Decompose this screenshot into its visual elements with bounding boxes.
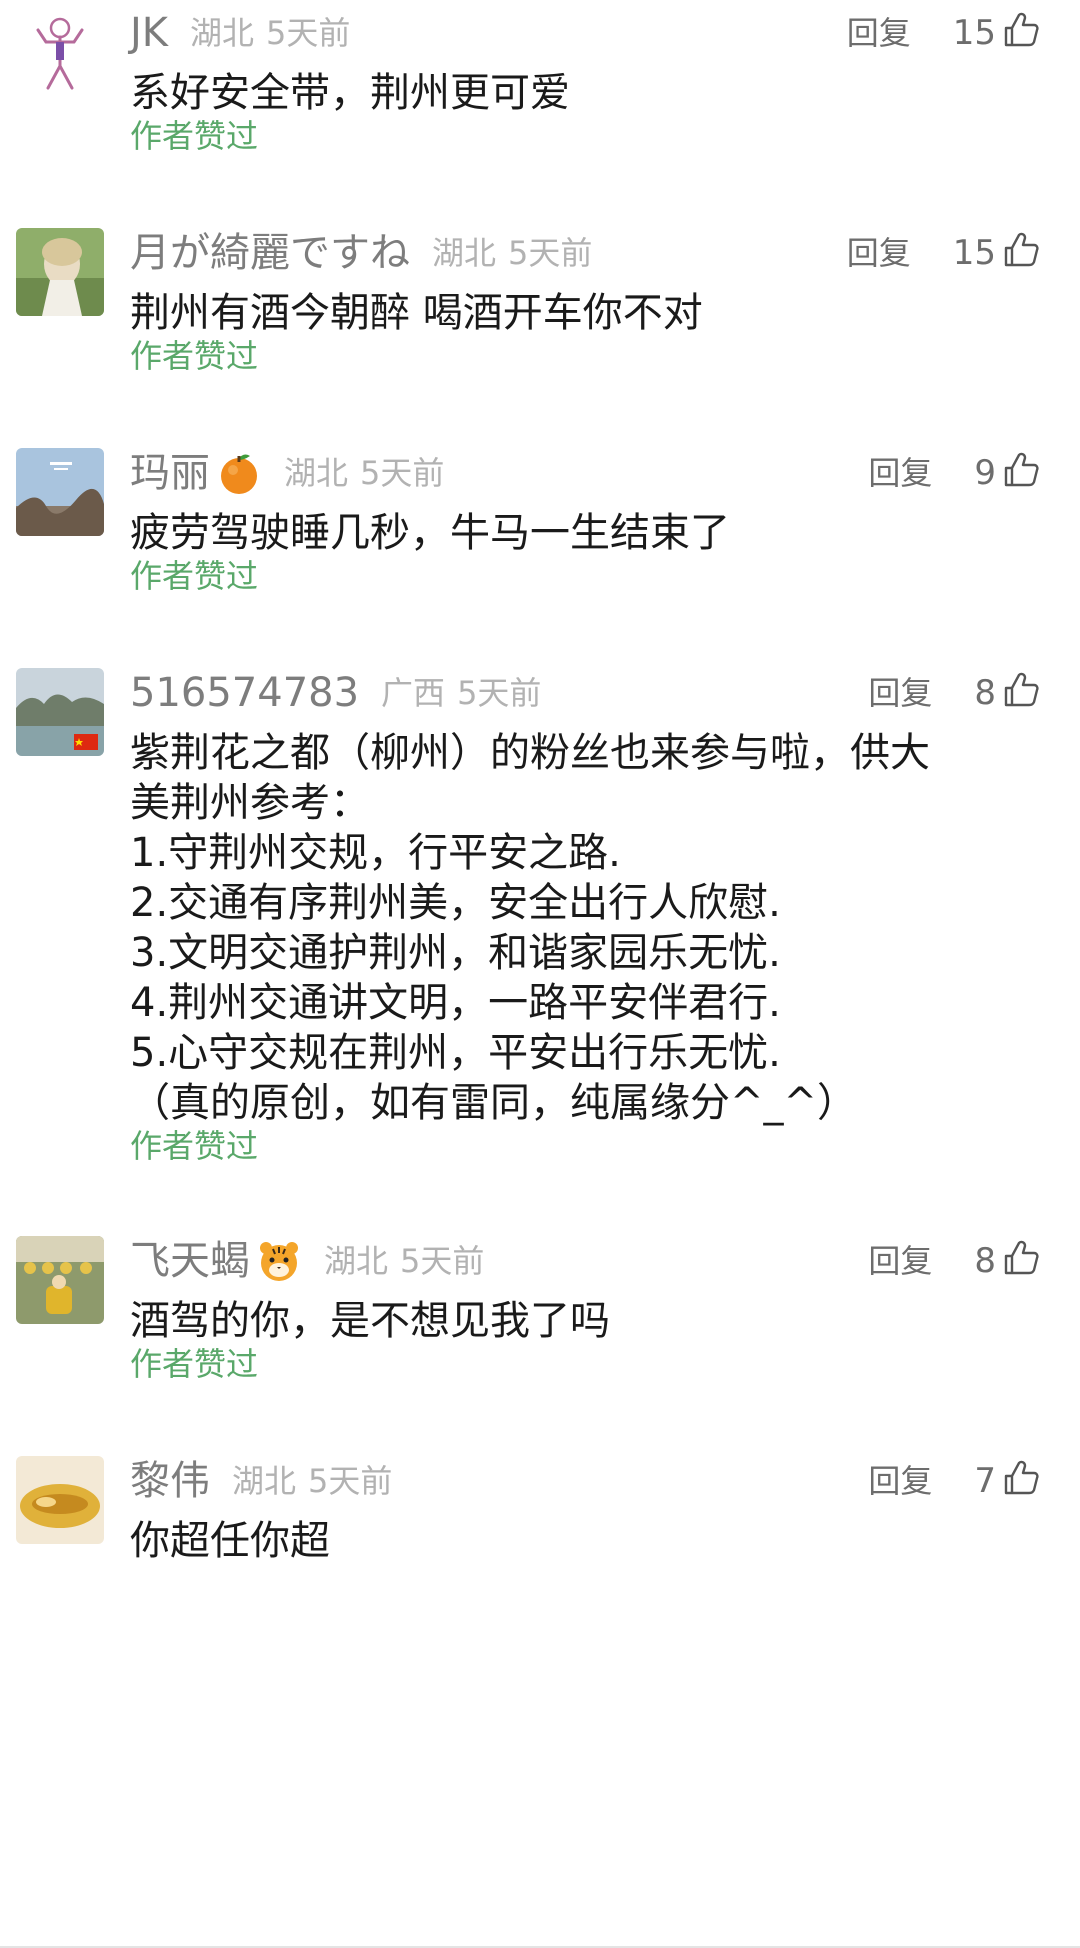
username[interactable]: JK bbox=[130, 0, 168, 66]
timestamp: 5天前 bbox=[508, 234, 593, 272]
portrait-photo-avatar-image bbox=[16, 228, 104, 316]
timestamp: 5天前 bbox=[308, 1462, 393, 1500]
author-liked-label: 作者赞过 bbox=[130, 557, 259, 595]
thumbs-up-icon[interactable] bbox=[1002, 671, 1040, 709]
comment-text-line: 4.荆州交通讲文明，一路平安伴君行. bbox=[130, 980, 781, 1026]
like-count: 8 bbox=[974, 1241, 996, 1281]
avatar[interactable] bbox=[16, 228, 104, 316]
author-liked-label: 作者赞过 bbox=[130, 117, 259, 155]
timestamp: 5天前 bbox=[400, 1242, 485, 1280]
comment-actions: 回复 7 bbox=[868, 1448, 1040, 1514]
comment-actions: 回复 15 bbox=[847, 0, 1040, 66]
orange-emoji-icon bbox=[216, 450, 262, 496]
timestamp: 5天前 bbox=[266, 14, 351, 52]
like-count: 9 bbox=[974, 453, 996, 493]
thumbs-up-icon[interactable] bbox=[1002, 231, 1040, 269]
location-label: 湖北 bbox=[324, 1242, 389, 1280]
comment-text: 疲劳驾驶睡几秒，牛马一生结束了 bbox=[130, 508, 1030, 558]
comment-header: 516574783 广西 5天前 bbox=[130, 660, 541, 726]
reply-button[interactable]: 回复 bbox=[868, 440, 932, 506]
like-count: 15 bbox=[952, 13, 996, 53]
avatar[interactable] bbox=[16, 1456, 104, 1544]
comment-text-line: 1.守荆州交规，行平安之路. bbox=[130, 830, 621, 876]
like-count: 15 bbox=[952, 233, 996, 273]
username[interactable]: 黎伟 bbox=[130, 1448, 210, 1514]
comment-header: 月が綺麗ですね 湖北 5天前 bbox=[130, 220, 592, 286]
tiger-emoji-icon bbox=[256, 1238, 302, 1284]
comment-item: JK 湖北 5天前 回复 15 系好安全带，荆州更可爱 作者赞过 bbox=[0, 0, 1080, 200]
username[interactable]: 月が綺麗ですね bbox=[130, 220, 410, 286]
author-liked-label: 作者赞过 bbox=[130, 337, 259, 375]
comment-text-line: 2.交通有序荆州美，安全出行人欣慰. bbox=[130, 880, 781, 926]
username[interactable]: 516574783 bbox=[130, 660, 359, 726]
reply-button[interactable]: 回复 bbox=[868, 1448, 932, 1514]
avatar[interactable] bbox=[16, 668, 104, 756]
comment-actions: 回复 8 bbox=[868, 660, 1040, 726]
reply-button[interactable]: 回复 bbox=[847, 220, 911, 286]
comment-list: JK 湖北 5天前 回复 15 系好安全带，荆州更可爱 作者赞过 月が綺麗ですね… bbox=[0, 0, 1080, 1948]
avatar[interactable] bbox=[16, 448, 104, 536]
reply-button[interactable]: 回复 bbox=[868, 1228, 932, 1294]
comment-header: JK 湖北 5天前 bbox=[130, 0, 350, 66]
comment-header: 黎伟 湖北 5天前 bbox=[130, 1448, 392, 1514]
location-label: 湖北 bbox=[432, 234, 497, 272]
comment-text-line: 酒驾的你，是不想见我了吗 bbox=[130, 1298, 610, 1344]
thumbs-up-icon[interactable] bbox=[1002, 1459, 1040, 1497]
location-label: 湖北 bbox=[284, 454, 349, 492]
hand-photo-avatar-image bbox=[16, 1456, 104, 1544]
reply-button[interactable]: 回复 bbox=[868, 660, 932, 726]
timestamp: 5天前 bbox=[457, 674, 542, 712]
comment-actions: 回复 15 bbox=[847, 220, 1040, 286]
like-count: 8 bbox=[974, 673, 996, 713]
comment-text-line: 疲劳驾驶睡几秒，牛马一生结束了 bbox=[130, 510, 730, 556]
author-liked-label: 作者赞过 bbox=[130, 1127, 259, 1165]
author-liked-label: 作者赞过 bbox=[130, 1345, 259, 1383]
username[interactable]: 飞天蝎 bbox=[130, 1228, 250, 1294]
comment-text-line: （真的原创，如有雷同，纯属缘分^_^） bbox=[130, 1080, 858, 1126]
comment-text-line: 3.文明交通护荆州，和谐家园乐无忧. bbox=[130, 930, 781, 976]
location-label: 湖北 bbox=[232, 1462, 297, 1500]
thumbs-up-icon[interactable] bbox=[1002, 451, 1040, 489]
comment-text-line: 美荆州参考： bbox=[130, 780, 370, 826]
reply-button[interactable]: 回复 bbox=[847, 0, 911, 66]
thumbs-up-icon[interactable] bbox=[1002, 1239, 1040, 1277]
comment-actions: 回复 8 bbox=[868, 1228, 1040, 1294]
username[interactable]: 玛丽 bbox=[130, 440, 210, 506]
comment-text: 酒驾的你，是不想见我了吗 bbox=[130, 1296, 1030, 1346]
comment-item: 月が綺麗ですね 湖北 5天前 回复 15 荆州有酒今朝醉 喝酒开车你不对 作者赞… bbox=[0, 220, 1080, 420]
location-label: 广西 bbox=[381, 674, 446, 712]
comment-item: 516574783 广西 5天前 回复 8 紫荆花之都（柳州）的粉丝也来参与啦，… bbox=[0, 660, 1080, 1210]
comment-item: 飞天蝎 湖北 5天前 回复 8 酒驾的你，是不想见我了吗 作者赞过 bbox=[0, 1228, 1080, 1428]
timestamp: 5天前 bbox=[360, 454, 445, 492]
comment-text-line: 你超任你超 bbox=[130, 1518, 330, 1564]
like-count: 7 bbox=[974, 1461, 996, 1501]
comment-item: 玛丽 湖北 5天前 回复 9 疲劳驾驶睡几秒，牛马一生结束了 作者赞过 bbox=[0, 440, 1080, 640]
comment-text-line: 荆州有酒今朝醉 喝酒开车你不对 bbox=[130, 290, 703, 336]
landscape-flag-avatar-image bbox=[16, 668, 104, 756]
comment-text-line: 5.心守交规在荆州，平安出行乐无忧. bbox=[130, 1030, 781, 1076]
cartoon-figure-avatar-image bbox=[16, 8, 104, 96]
comment-text: 荆州有酒今朝醉 喝酒开车你不对 bbox=[130, 288, 1030, 338]
comment-text: 你超任你超 bbox=[130, 1516, 1030, 1566]
comment-item: 黎伟 湖北 5天前 回复 7 你超任你超 bbox=[0, 1448, 1080, 1948]
group-photo-avatar-image bbox=[16, 1236, 104, 1324]
comment-header: 玛丽 湖北 5天前 bbox=[130, 440, 444, 506]
thumbs-up-icon[interactable] bbox=[1002, 11, 1040, 49]
comment-text: 系好安全带，荆州更可爱 bbox=[130, 68, 1030, 118]
location-label: 湖北 bbox=[190, 14, 255, 52]
avatar[interactable] bbox=[16, 8, 104, 96]
comment-header: 飞天蝎 湖北 5天前 bbox=[130, 1228, 484, 1294]
sky-photo-avatar-image bbox=[16, 448, 104, 536]
comment-actions: 回复 9 bbox=[868, 440, 1040, 506]
comment-text: 紫荆花之都（柳州）的粉丝也来参与啦，供大 美荆州参考： 1.守荆州交规，行平安之… bbox=[130, 728, 1030, 1128]
avatar[interactable] bbox=[16, 1236, 104, 1324]
comment-text-line: 紫荆花之都（柳州）的粉丝也来参与啦，供大 bbox=[130, 730, 930, 776]
comment-text-line: 系好安全带，荆州更可爱 bbox=[130, 70, 570, 116]
